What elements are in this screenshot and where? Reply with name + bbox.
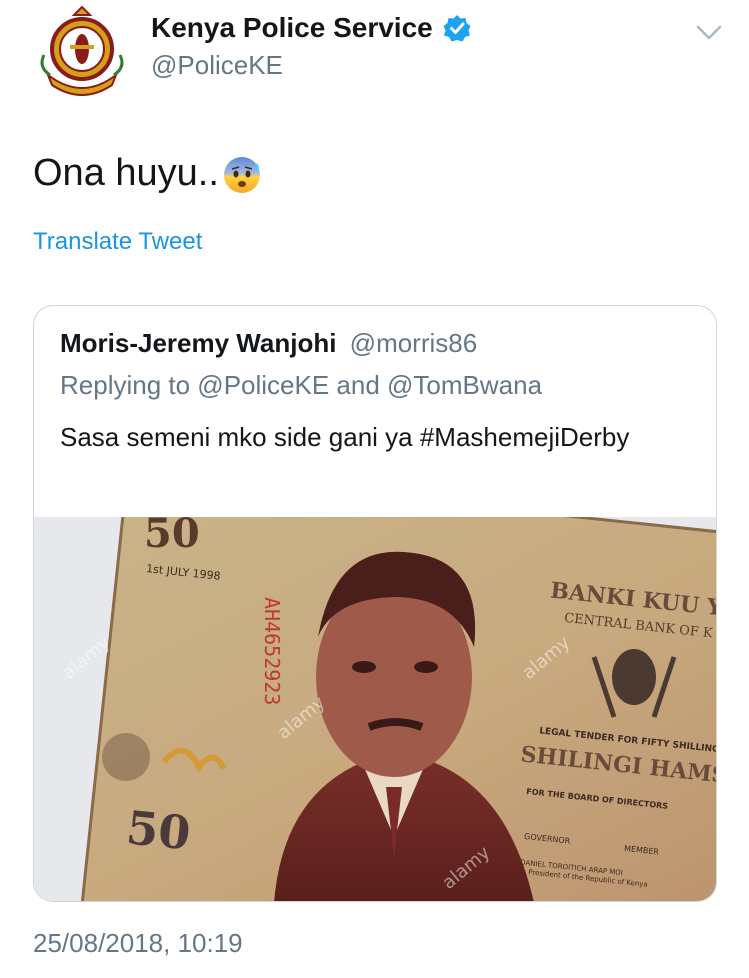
author-handle[interactable]: @PoliceKE [151,50,283,81]
tweet-text-content: Ona huyu.. [33,152,219,194]
tweet-text: Ona huyu.. [33,152,263,195]
tweet-timestamp[interactable]: 25/08/2018, 10:19 [33,928,243,959]
anxious-face-emoji-icon [223,156,260,193]
banknote-denomination-bottom: 50 [124,800,193,860]
avatar[interactable] [34,5,130,101]
quoted-author-name[interactable]: Moris-Jeremy Wanjohi [60,328,336,358]
chevron-down-icon[interactable] [694,20,724,44]
quoted-author-handle[interactable]: @morris86 [350,328,478,358]
lion-emblem-icon [102,733,150,781]
banknote-serial: AH4652923 [260,597,284,705]
quoted-tweet-card[interactable]: Moris-Jeremy Wanjohi @morris86 Replying … [33,305,717,902]
translate-tweet-link[interactable]: Translate Tweet [33,228,202,256]
verified-badge-icon [443,15,471,42]
author-display-name[interactable]: Kenya Police Service [151,12,433,44]
quoted-tweet-image[interactable]: 50 50 1st JULY 1998 AH4652923 BANKI KUU … [34,468,716,901]
quoted-tweet-header: Moris-Jeremy Wanjohi @morris86 [60,328,477,359]
author-name-row[interactable]: Kenya Police Service [151,12,471,44]
kenya-police-crest-icon [35,5,129,100]
quoted-tweet-text: Sasa semeni mko side gani ya #MashemejiD… [60,422,630,452]
banknote-denomination-top: 50 [144,517,200,557]
quoted-replying-to: Replying to @PoliceKE and @TomBwana [60,370,543,400]
banknote-image: 50 50 1st JULY 1998 AH4652923 BANKI KUU … [34,468,716,901]
